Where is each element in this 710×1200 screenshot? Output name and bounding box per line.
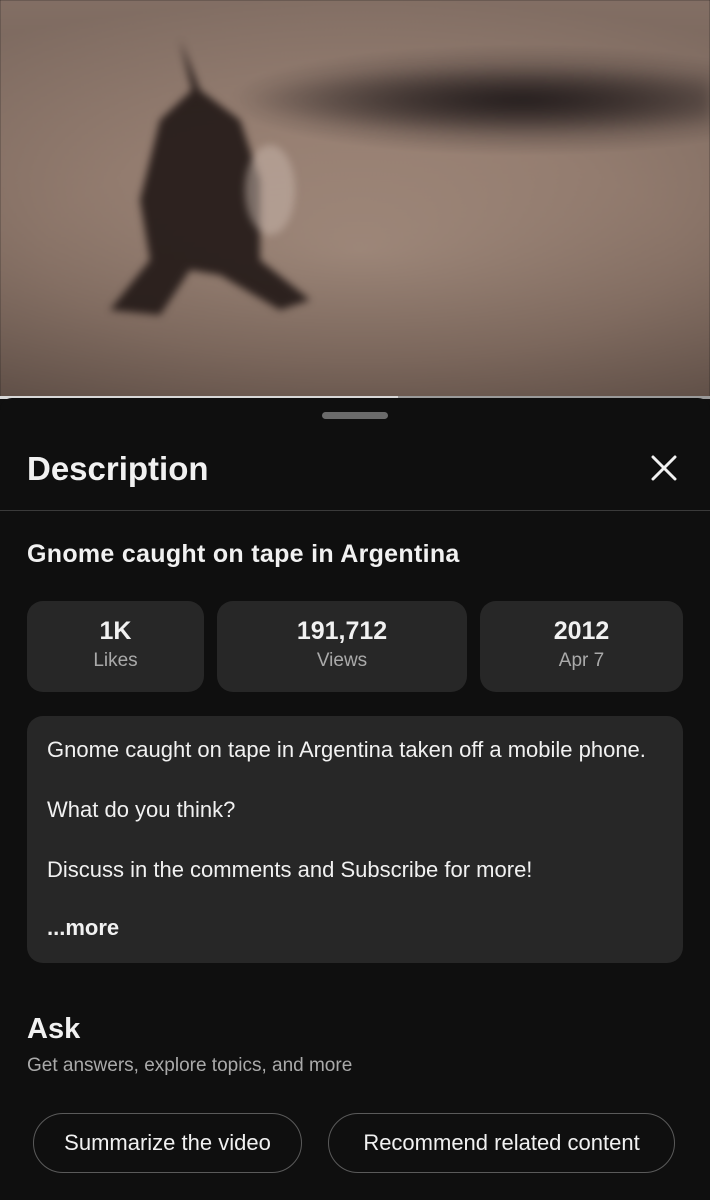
likes-count: 1K bbox=[99, 617, 132, 645]
close-button[interactable] bbox=[640, 444, 688, 492]
views-label: Views bbox=[316, 650, 368, 671]
video-player[interactable] bbox=[0, 0, 710, 398]
summarize-video-chip[interactable]: Summarize the video bbox=[33, 1113, 302, 1173]
upload-year: 2012 bbox=[553, 617, 610, 645]
views-stat: 191,712 Views bbox=[217, 601, 467, 692]
description-sheet: Description Gnome caught on tape in Arge… bbox=[0, 398, 710, 1200]
video-title: Gnome caught on tape in Argentina bbox=[27, 540, 460, 568]
description-box[interactable]: Gnome caught on tape in Argentina taken … bbox=[27, 716, 683, 963]
recommend-related-chip[interactable]: Recommend related content bbox=[328, 1113, 675, 1173]
drag-handle[interactable] bbox=[322, 412, 388, 419]
sheet-title: Description bbox=[27, 450, 209, 487]
upload-date-stat: 2012 Apr 7 bbox=[480, 601, 683, 692]
show-more-button[interactable]: ...more bbox=[47, 915, 119, 941]
likes-label: Likes bbox=[93, 650, 138, 671]
ask-subtitle: Get answers, explore topics, and more bbox=[27, 1055, 353, 1076]
ask-heading: Ask bbox=[27, 1013, 81, 1045]
video-frame-figure bbox=[110, 40, 310, 315]
sheet-header: Description bbox=[0, 438, 710, 511]
upload-date: Apr 7 bbox=[558, 650, 605, 671]
close-icon bbox=[651, 455, 677, 481]
likes-stat: 1K Likes bbox=[27, 601, 204, 692]
description-text: Gnome caught on tape in Argentina taken … bbox=[47, 737, 646, 882]
views-count: 191,712 bbox=[296, 617, 388, 645]
